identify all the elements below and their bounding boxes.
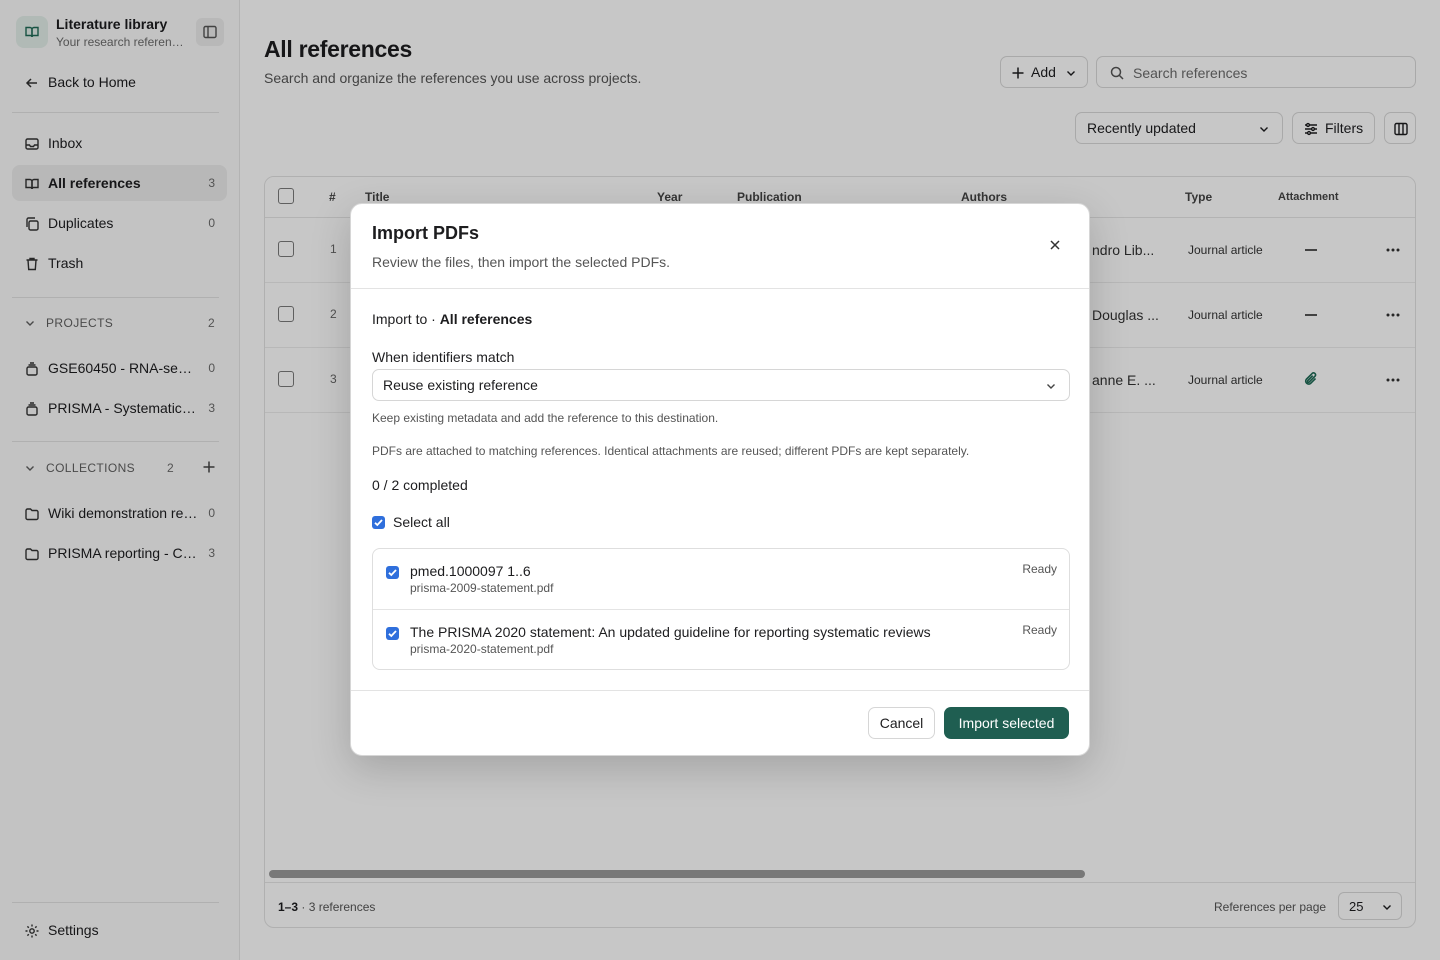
identifiers-label: When identifiers match <box>372 349 515 365</box>
identifiers-select[interactable]: Reuse existing reference <box>372 369 1070 401</box>
file-status: Ready <box>1022 623 1057 637</box>
identifiers-select-value: Reuse existing reference <box>383 377 538 393</box>
file-name: prisma-2020-statement.pdf <box>410 642 554 656</box>
import-progress: 0 / 2 completed <box>372 477 468 493</box>
import-to-value: All references <box>439 311 533 327</box>
list-item[interactable]: The PRISMA 2020 statement: An updated gu… <box>373 609 1069 669</box>
file-title: The PRISMA 2020 statement: An updated gu… <box>410 624 931 640</box>
import-to-label: Import to · <box>372 311 436 327</box>
file-status: Ready <box>1022 562 1057 576</box>
file-checkbox[interactable] <box>386 627 399 640</box>
chevron-down-icon <box>1047 384 1055 389</box>
import-destination: Import to · All references <box>372 311 532 327</box>
cancel-button[interactable]: Cancel <box>868 707 935 739</box>
import-selected-button[interactable]: Import selected <box>944 707 1069 739</box>
select-all-check[interactable] <box>372 516 385 529</box>
attachment-hint: PDFs are attached to matching references… <box>372 444 970 458</box>
identifiers-hint: Keep existing metadata and add the refer… <box>372 411 719 425</box>
close-icon[interactable] <box>1047 237 1063 253</box>
import-pdfs-dialog: Import PDFs Review the files, then impor… <box>350 203 1090 756</box>
select-all-label: Select all <box>393 514 450 530</box>
file-title: pmed.1000097 1..6 <box>410 563 531 579</box>
dialog-title: Import PDFs <box>372 223 480 243</box>
file-name: prisma-2009-statement.pdf <box>410 581 554 595</box>
dialog-divider <box>351 690 1089 691</box>
file-list: pmed.1000097 1..6 prisma-2009-statement.… <box>372 548 1070 670</box>
list-item[interactable]: pmed.1000097 1..6 prisma-2009-statement.… <box>373 549 1069 609</box>
dialog-subtitle: Review the files, then import the select… <box>372 254 671 270</box>
file-checkbox[interactable] <box>386 566 399 579</box>
dialog-divider <box>351 288 1089 289</box>
